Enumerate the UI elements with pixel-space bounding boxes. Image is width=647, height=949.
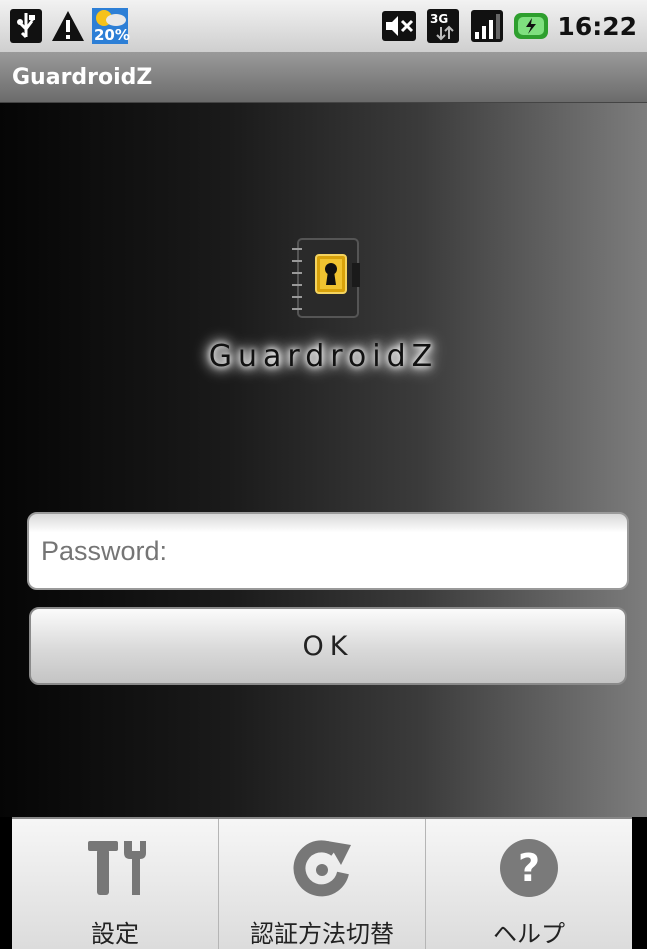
options-menu: 設定 認証方法切替 ? ヘルプ [12,817,632,949]
svg-text:3G: 3G [430,12,448,26]
tools-icon [82,835,148,900]
menu-item-help[interactable]: ? ヘルプ [426,819,632,949]
battery-charging-icon [513,8,549,44]
ok-button[interactable]: OK [29,607,627,685]
refresh-icon [289,835,355,900]
logo-text: GuardroidZ [208,339,439,374]
weather-badge: 20% [94,26,130,44]
menu-item-switch-auth[interactable]: 認証方法切替 [219,819,426,949]
password-input[interactable] [27,512,629,590]
status-bar: 20% 3G 16:22 [0,0,647,52]
app-title: GuardroidZ [12,64,153,90]
mute-icon [381,8,417,44]
menu-item-label: 認証方法切替 [250,920,394,948]
status-left: 20% [8,8,130,44]
weather-icon: 20% [92,8,130,44]
menu-item-label: 設定 [91,920,139,948]
menu-item-label: ヘルプ [493,920,565,948]
notebook-lock-icon [284,233,364,325]
app-logo: GuardroidZ [0,233,647,378]
status-time: 16:22 [557,11,637,41]
svg-text:?: ? [518,846,540,890]
signal-icon [469,8,505,44]
help-icon: ? [496,835,562,900]
warning-icon [50,8,86,44]
app-title-bar: GuardroidZ [0,52,647,103]
3g-data-icon: 3G [425,8,461,44]
menu-item-settings[interactable]: 設定 [12,819,219,949]
ok-button-label: OK [302,630,354,662]
status-right: 3G 16:22 [381,8,637,44]
usb-icon [8,8,44,44]
login-screen: GuardroidZ OK [0,103,647,817]
